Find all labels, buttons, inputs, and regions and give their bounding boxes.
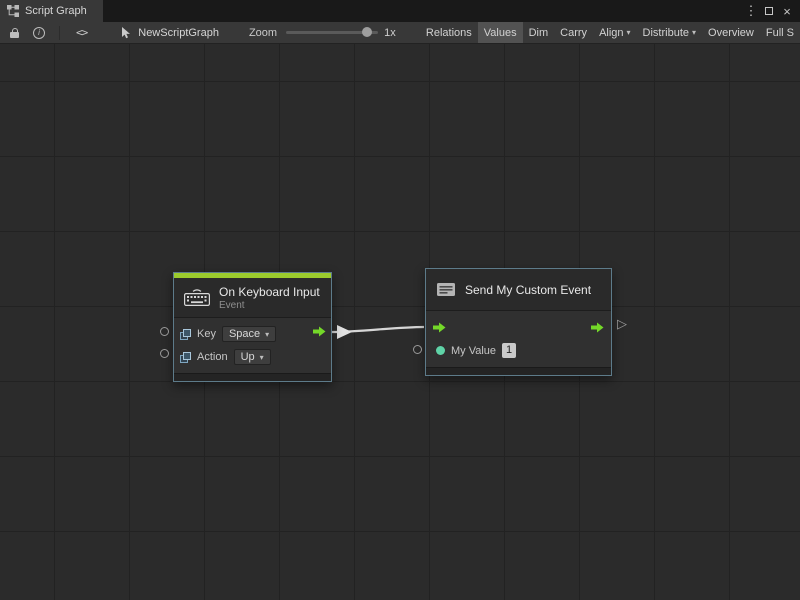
connection-wire[interactable] (0, 44, 800, 600)
node-footer (174, 373, 331, 381)
dim-button[interactable]: Dim (523, 22, 555, 43)
enum-type-icon (180, 329, 191, 340)
node-title: Send My Custom Event (465, 283, 591, 297)
graph-breadcrumb[interactable]: NewScriptGraph (121, 27, 219, 39)
chevron-down-icon: ▾ (627, 28, 631, 37)
action-label: Action (197, 351, 228, 363)
event-output-port[interactable]: ▷ (617, 317, 627, 330)
pointer-icon (121, 27, 132, 39)
fullscreen-button[interactable]: Full S (760, 22, 800, 43)
control-output-port[interactable] (313, 326, 326, 337)
action-port-row: Action Up ▾ (180, 347, 325, 368)
keyboard-icon (184, 289, 210, 306)
my-value-input[interactable]: 1 (502, 343, 516, 358)
control-flow-row (432, 317, 605, 338)
custom-event-icon (436, 281, 456, 298)
code-icon[interactable]: <> (76, 26, 87, 39)
my-value-label: My Value (451, 345, 496, 357)
close-icon[interactable]: × (778, 0, 796, 22)
info-icon[interactable]: i (33, 27, 45, 39)
zoom-knob[interactable] (362, 27, 372, 37)
toolbar-buttons: Relations Values Dim Carry Align ▾ Distr… (420, 22, 800, 43)
control-output-port[interactable] (591, 322, 604, 333)
chevron-down-icon: ▾ (692, 28, 696, 37)
graph-canvas[interactable]: On Keyboard Input Event Key Space ▾ (0, 44, 800, 600)
node-body: My Value 1 (426, 311, 611, 367)
control-port-icon (591, 322, 604, 333)
control-input-port[interactable] (433, 322, 446, 333)
node-subtitle: Event (219, 300, 320, 311)
key-label: Key (197, 328, 216, 340)
zoom-level: 1x (384, 27, 396, 39)
window-controls: ⋮ × (742, 0, 800, 22)
zoom-label: Zoom (249, 27, 277, 39)
script-graph-icon (7, 5, 19, 17)
maximize-icon[interactable] (760, 0, 778, 22)
node-header[interactable]: Send My Custom Event (426, 269, 611, 311)
chevron-down-icon: ▾ (265, 330, 269, 339)
control-port-icon (433, 322, 446, 333)
key-dropdown[interactable]: Space ▾ (222, 326, 276, 342)
node-on-keyboard-input[interactable]: On Keyboard Input Event Key Space ▾ (173, 272, 332, 382)
maximize-box (765, 7, 773, 15)
align-button[interactable]: Align ▾ (593, 22, 636, 43)
tab-title: Script Graph (25, 5, 87, 17)
key-port-row: Key Space ▾ (180, 324, 325, 345)
node-header[interactable]: On Keyboard Input Event (174, 278, 331, 318)
my-value-port[interactable] (413, 345, 422, 354)
node-body: Key Space ▾ Action Up ▾ (174, 318, 331, 373)
graph-toolbar: i <> NewScriptGraph Zoom 1x Relations Va… (0, 22, 800, 44)
action-value-port[interactable] (160, 349, 169, 358)
control-port-icon (313, 326, 326, 337)
menu-icon[interactable]: ⋮ (742, 0, 760, 22)
values-button[interactable]: Values (478, 22, 523, 43)
node-title: On Keyboard Input (219, 285, 320, 299)
zoom-slider[interactable] (286, 31, 378, 34)
key-value-port[interactable] (160, 327, 169, 336)
tab-script-graph[interactable]: Script Graph (0, 0, 103, 22)
tab-bar: Script Graph ⋮ × (0, 0, 800, 22)
distribute-button[interactable]: Distribute ▾ (637, 22, 702, 43)
relations-button[interactable]: Relations (420, 22, 478, 43)
overview-button[interactable]: Overview (702, 22, 760, 43)
chevron-down-icon: ▾ (260, 353, 264, 362)
lock-icon[interactable] (10, 28, 19, 38)
carry-button[interactable]: Carry (554, 22, 593, 43)
enum-type-icon (180, 352, 191, 363)
value-port-icon[interactable] (436, 346, 445, 355)
my-value-row: My Value 1 (432, 340, 605, 361)
action-dropdown[interactable]: Up ▾ (234, 349, 271, 365)
graph-name-label: NewScriptGraph (138, 27, 219, 39)
node-footer (426, 367, 611, 375)
toolbar-divider (59, 26, 60, 40)
node-send-my-custom-event[interactable]: Send My Custom Event My Value 1 (425, 268, 612, 376)
